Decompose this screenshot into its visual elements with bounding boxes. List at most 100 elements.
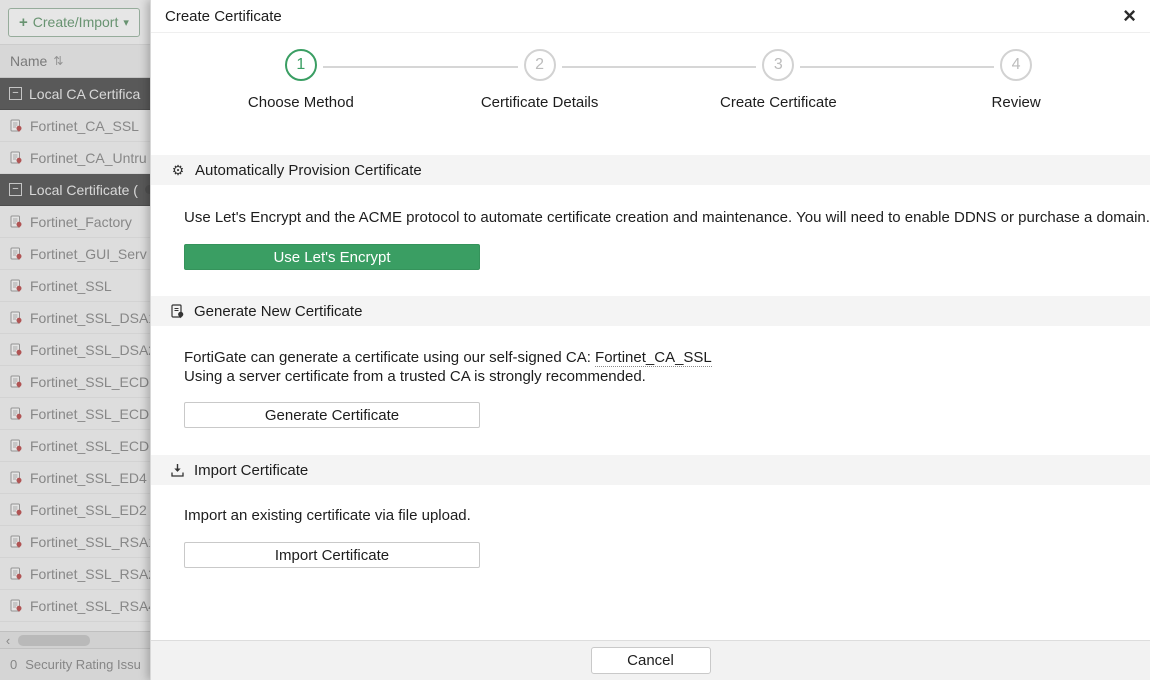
certificate-row[interactable]: Fortinet_Factory [0,206,150,238]
plus-icon: + [19,14,28,31]
certificate-row[interactable]: Fortinet_SSL_ECD [0,398,150,430]
certificate-icon [9,567,23,581]
certificate-name: Fortinet_SSL_RSA1 [30,534,150,550]
collapse-minus-icon[interactable]: − [9,183,22,196]
provision-description: Use Let's Encrypt and the ACME protocol … [184,208,1150,227]
certificate-row[interactable]: Fortinet_SSL_ECD [0,366,150,398]
wizard-steps: 1 Choose Method 2 Certificate Details 3 … [151,33,1150,155]
certificate-row[interactable]: Fortinet_CA_SSL [0,110,150,142]
certificate-row[interactable]: Fortinet_SSL_ECD [0,430,150,462]
certificate-name: Fortinet_SSL_ED4 [30,470,147,486]
certificate-icon [9,439,23,453]
wizard-step-choose-method: 1 Choose Method [191,49,411,111]
wizard-step-certificate-details: 2 Certificate Details [430,49,650,111]
certificate-icon [9,215,23,229]
certificate-group-row[interactable]: −Local Certificate ( [0,174,150,206]
use-lets-encrypt-button[interactable]: Use Let's Encrypt [184,244,480,270]
certificate-row[interactable]: Fortinet_SSL_DSA2 [0,334,150,366]
certificate-icon [9,311,23,325]
certificate-icon [9,247,23,261]
security-rating-count: 0 [10,657,17,672]
certificate-icon [9,119,23,133]
certificate-row[interactable]: Fortinet_SSL [0,270,150,302]
certificate-group-row[interactable]: −Local CA Certifica [0,78,150,110]
scrollbar-thumb[interactable] [18,635,90,646]
generate-heading: Generate New Certificate [194,303,362,320]
ca-name-link[interactable]: Fortinet_CA_SSL [595,349,712,367]
certificate-name: Fortinet_GUI_Serv [30,246,147,262]
caret-down-icon: ▾ [123,16,129,29]
certificate-row[interactable]: Fortinet_SSL_RSA1 [0,526,150,558]
certificate-name: Local Certificate ( [29,182,138,198]
provision-section-header: ⚙ Automatically Provision Certificate [151,155,1150,185]
step-label: Create Certificate [668,94,888,111]
import-description: Import an existing certificate via file … [184,506,1150,525]
step-number-badge: 2 [524,49,556,81]
certificate-icon [9,503,23,517]
certificate-name: Fortinet_SSL_DSA2 [30,342,150,358]
generate-line1: FortiGate can generate a certificate usi… [184,349,595,366]
certificate-name: Fortinet_SSL_ECD [30,406,149,422]
wizard-step-review: 4 Review [906,49,1126,111]
certificate-icon [9,375,23,389]
create-import-label: Create/Import [33,14,119,30]
generate-line2: Using a server certificate from a truste… [184,368,646,385]
modal-body: 1 Choose Method 2 Certificate Details 3 … [151,33,1150,640]
scroll-left-arrow-icon[interactable]: ‹ [0,633,16,648]
wizard-step-create-certificate: 3 Create Certificate [668,49,888,111]
certificate-row[interactable]: Fortinet_SSL_ED2 [0,494,150,526]
certificate-row[interactable]: Fortinet_CA_Untru [0,142,150,174]
certificate-name: Fortinet_CA_SSL [30,118,139,134]
cancel-button[interactable]: Cancel [591,647,711,674]
certificate-row[interactable]: Fortinet_SSL_RSA4 [0,590,150,622]
modal-header: Create Certificate × [151,0,1150,33]
import-certificate-button[interactable]: Import Certificate [184,542,480,568]
certificate-name: Fortinet_SSL_ED2 [30,502,147,518]
certificates-toolbar: + Create/Import ▾ [0,0,150,45]
certificate-row[interactable]: Fortinet_SSL_DSA1 [0,302,150,334]
certificate-icon [9,407,23,421]
generate-certificate-button[interactable]: Generate Certificate [184,402,480,428]
horizontal-scrollbar[interactable]: ‹ [0,631,150,648]
certificate-name: Fortinet_CA_Untru [30,150,147,166]
sort-icon[interactable]: ⇅ [53,54,63,68]
step-label: Review [906,94,1126,111]
certificate-row[interactable]: Fortinet_GUI_Serv [0,238,150,270]
security-rating-label: Security Rating Issu [25,657,141,672]
step-label: Certificate Details [430,94,650,111]
certificate-icon [170,304,185,319]
collapse-minus-icon[interactable]: − [9,87,22,100]
certificate-name: Local CA Certifica [29,86,140,102]
certificate-icon [9,279,23,293]
import-icon [170,463,185,478]
certificate-name: Fortinet_SSL_ECD [30,438,149,454]
certificate-row[interactable]: Fortinet_SSL_ED4 [0,462,150,494]
security-rating-footer[interactable]: 0 Security Rating Issu [0,648,150,680]
step-number-badge: 4 [1000,49,1032,81]
certificate-icon [9,599,23,613]
create-import-button[interactable]: + Create/Import ▾ [8,8,140,37]
step-label: Choose Method [191,94,411,111]
certificate-icon [9,535,23,549]
provision-heading: Automatically Provision Certificate [195,162,422,179]
create-certificate-panel: Create Certificate × 1 Choose Method 2 C… [150,0,1150,680]
generate-description: FortiGate can generate a certificate usi… [184,348,1150,386]
certificate-icon [9,343,23,357]
provision-icon: ⚙ [170,162,186,179]
certificate-name: Fortinet_SSL [30,278,112,294]
certificate-name: Fortinet_SSL_DSA1 [30,310,150,326]
certificate-icon [9,151,23,165]
certificates-page-background: + Create/Import ▾ Name ⇅ −Local CA Certi… [0,0,150,680]
certificate-icon [9,471,23,485]
name-column-label: Name [10,53,47,69]
step-number-badge: 3 [762,49,794,81]
import-heading: Import Certificate [194,462,308,479]
step-number-badge: 1 [285,49,317,81]
certificate-row[interactable]: Fortinet_SSL_RSA2 [0,558,150,590]
certificate-name: Fortinet_SSL_RSA4 [30,598,150,614]
close-icon[interactable]: × [1123,5,1136,27]
certificate-name: Fortinet_SSL_RSA2 [30,566,150,582]
name-column-header[interactable]: Name ⇅ [0,45,150,78]
certificate-name: Fortinet_SSL_ECD [30,374,149,390]
certificate-list: −Local CA CertificaFortinet_CA_SSLFortin… [0,78,150,631]
